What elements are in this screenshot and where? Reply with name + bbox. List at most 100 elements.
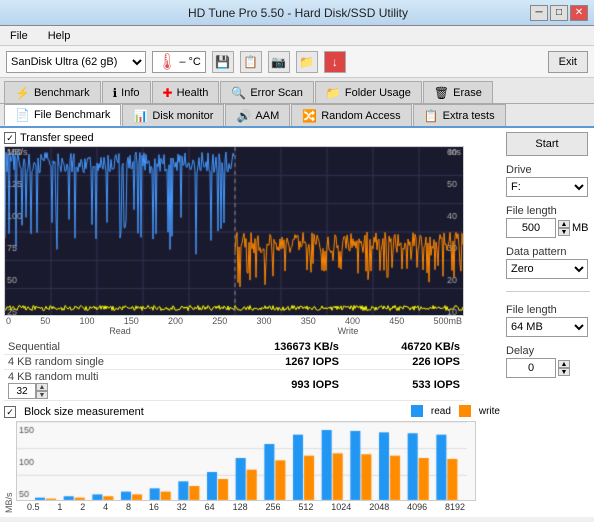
read-label: Read: [6, 326, 234, 336]
drive-control: Drive F:: [506, 164, 590, 197]
tab-file-benchmark[interactable]: 📄 File Benchmark: [4, 104, 121, 126]
exit-button[interactable]: Exit: [548, 51, 588, 73]
filebenchmark-icon: 📄: [15, 108, 30, 122]
benchmark-chart: [4, 146, 464, 316]
tab-extra-tests[interactable]: 📋 Extra tests: [413, 104, 506, 126]
block-x-labels: 0.5 1 2 4 8 16 32 64 128 256 512 1024 20…: [16, 501, 476, 513]
menu-bar: File Help: [0, 26, 594, 46]
start-button[interactable]: Start: [506, 132, 588, 156]
tab-disk-monitor[interactable]: 📊 Disk monitor: [122, 104, 224, 126]
block-size-header: ✓ Block size measurement read write: [4, 405, 500, 419]
stat-label-sequential: Sequential: [4, 340, 198, 355]
block-chart-wrapper: MB/s 0.5 1 2 4 8 16 32 64 128: [4, 421, 500, 513]
delay-label: Delay: [506, 345, 590, 357]
info-icon: ℹ: [113, 86, 118, 100]
tab-info[interactable]: ℹ Info: [102, 81, 151, 103]
tab-folder-usage[interactable]: 📁 Folder Usage: [315, 81, 422, 103]
file-length-unit: MB: [572, 222, 589, 234]
health-icon: ✚: [163, 86, 173, 100]
toolbar: SanDisk Ultra (62 gB) 🌡 – °C 💾 📋 📷 📁 ↓ E…: [0, 46, 594, 78]
icon-info[interactable]: 📋: [240, 51, 262, 73]
tab-benchmark[interactable]: ⚡ Benchmark: [4, 81, 101, 103]
x-axis-labels: 0 50 100 150 200 250 300 350 400 450 500…: [4, 316, 464, 326]
data-pattern-select[interactable]: Zero: [506, 259, 588, 279]
delay-up[interactable]: ▲: [558, 360, 570, 368]
diskmonitor-icon: 📊: [133, 109, 148, 123]
block-y-label: MB/s: [4, 433, 14, 513]
icon-hdd[interactable]: 💾: [212, 51, 234, 73]
transfer-speed-label: Transfer speed: [20, 132, 94, 144]
tabs-row1: ⚡ Benchmark ℹ Info ✚ Health 🔍 Error Scan…: [0, 78, 594, 104]
block-legend: read write: [411, 405, 500, 417]
erase-icon: 🗑: [434, 86, 449, 100]
read-legend-sq: [411, 405, 423, 417]
drive-control-label: Drive: [506, 164, 590, 176]
block-size-checkbox[interactable]: ✓: [4, 406, 16, 418]
queue-depth-input[interactable]: [8, 383, 36, 399]
extratests-icon: 📋: [424, 109, 439, 123]
file-length-up[interactable]: ▲: [558, 220, 570, 228]
stat-read-sequential: 136673 KB/s: [198, 340, 343, 355]
file-length-label: File length: [506, 205, 590, 217]
file-length-down[interactable]: ▼: [558, 228, 570, 236]
file-length-bottom-control: File length 64 MB: [506, 304, 590, 337]
randomaccess-icon: 🔀: [302, 109, 317, 123]
minimize-button[interactable]: ─: [530, 5, 548, 21]
drive-select[interactable]: SanDisk Ultra (62 gB): [6, 51, 146, 73]
tab-random-access[interactable]: 🔀 Random Access: [291, 104, 411, 126]
right-panel: Start Drive F: File length ▲ ▼ MB Data p…: [500, 132, 590, 513]
delay-input[interactable]: [506, 358, 556, 378]
table-row: 4 KB random single 1267 IOPS 226 IOPS: [4, 355, 464, 370]
drive-select-right[interactable]: F:: [506, 177, 588, 197]
queue-down-btn[interactable]: ▼: [36, 391, 48, 399]
block-chart-container: ✓ Block size measurement read write MB/s…: [4, 405, 500, 513]
tabs-row2: 📄 File Benchmark 📊 Disk monitor 🔊 AAM 🔀 …: [0, 104, 594, 128]
tab-health[interactable]: ✚ Health: [152, 81, 220, 103]
delay-down[interactable]: ▼: [558, 368, 570, 376]
title-bar: HD Tune Pro 5.50 - Hard Disk/SSD Utility…: [0, 0, 594, 26]
queue-spinner: ▲ ▼: [8, 383, 194, 399]
stat-read-4kb-multi: 993 IOPS: [198, 370, 343, 401]
stats-table: Sequential 136673 KB/s 46720 KB/s 4 KB r…: [4, 340, 464, 401]
data-pattern-label: Data pattern: [506, 246, 590, 258]
benchmark-icon: ⚡: [15, 86, 30, 100]
stat-write-sequential: 46720 KB/s: [343, 340, 464, 355]
read-legend-label: read: [431, 406, 451, 417]
window-controls: ─ □ ✕: [530, 5, 588, 21]
file-length-select[interactable]: 64 MB: [506, 317, 588, 337]
main-content: ✓ Transfer speed 0 50 100 150 200 250 30…: [0, 128, 594, 517]
close-button[interactable]: ✕: [570, 5, 588, 21]
table-row: Sequential 136673 KB/s 46720 KB/s: [4, 340, 464, 355]
maximize-button[interactable]: □: [550, 5, 568, 21]
tab-erase[interactable]: 🗑 Erase: [423, 81, 493, 103]
tab-error-scan[interactable]: 🔍 Error Scan: [220, 81, 314, 103]
icon-folder[interactable]: 📁: [296, 51, 318, 73]
write-legend-sq: [459, 405, 471, 417]
stat-write-4kb-single: 226 IOPS: [343, 355, 464, 370]
data-pattern-control: Data pattern Zero: [506, 246, 590, 279]
menu-help[interactable]: Help: [44, 29, 75, 43]
stat-write-4kb-multi: 533 IOPS: [343, 370, 464, 401]
file-length-input[interactable]: [506, 218, 556, 238]
queue-up-btn[interactable]: ▲: [36, 383, 48, 391]
temperature-display: 🌡 – °C: [152, 51, 206, 73]
stat-label-4kb-multi: 4 KB random multi ▲ ▼: [4, 370, 198, 401]
temperature-value: – °C: [179, 56, 201, 68]
aam-icon: 🔊: [236, 109, 251, 123]
transfer-speed-checkbox[interactable]: ✓: [4, 132, 16, 144]
divider: [506, 291, 590, 292]
file-length-bottom-label: File length: [506, 304, 590, 316]
delay-control: Delay ▲ ▼: [506, 345, 590, 378]
icon-camera[interactable]: 📷: [268, 51, 290, 73]
window-title: HD Tune Pro 5.50 - Hard Disk/SSD Utility: [66, 6, 530, 20]
block-size-label: Block size measurement: [24, 406, 144, 418]
left-panel: ✓ Transfer speed 0 50 100 150 200 250 30…: [4, 132, 500, 513]
icon-download[interactable]: ↓: [324, 51, 346, 73]
tab-aam[interactable]: 🔊 AAM: [225, 104, 290, 126]
write-label: Write: [234, 326, 462, 336]
menu-file[interactable]: File: [6, 29, 32, 43]
transfer-speed-header: ✓ Transfer speed: [4, 132, 500, 144]
stat-read-4kb-single: 1267 IOPS: [198, 355, 343, 370]
folder-icon: 📁: [326, 86, 341, 100]
table-row: 4 KB random multi ▲ ▼ 993 IOPS 533 IOPS: [4, 370, 464, 401]
